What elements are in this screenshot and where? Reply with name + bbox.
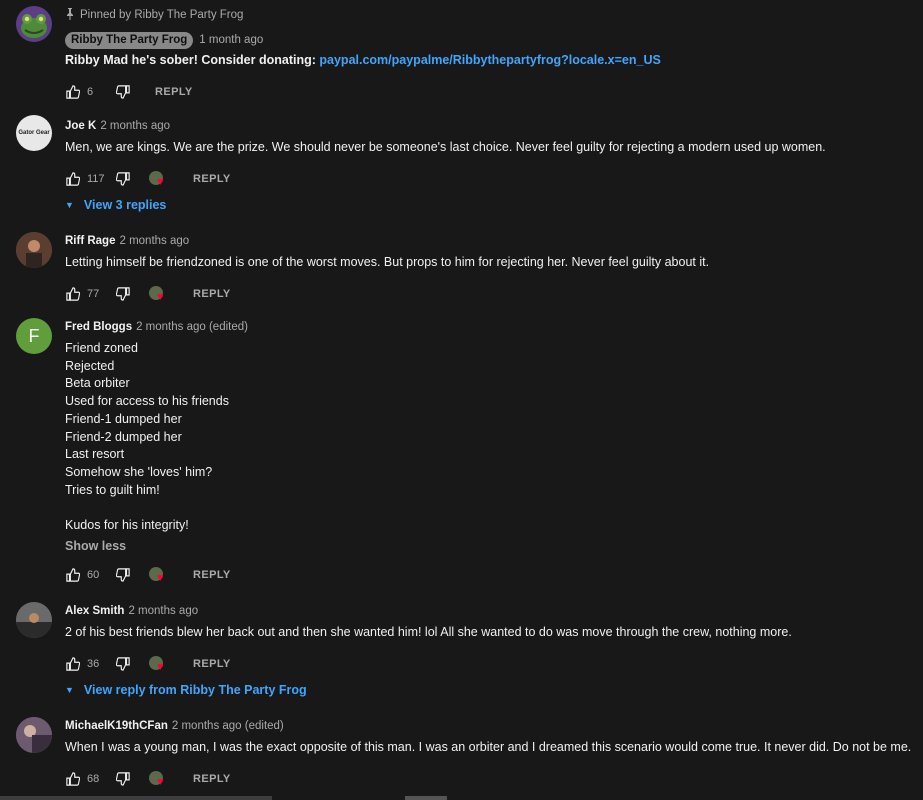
dislike-icon[interactable] — [115, 771, 131, 787]
comment-thread: Pinned by Ribby The Party Frog Ribby The… — [0, 0, 923, 105]
dislike-icon[interactable] — [115, 84, 131, 100]
creator-heart: ♥ — [149, 655, 169, 673]
author-name[interactable]: MichaelK19thCFan — [65, 720, 168, 732]
author-name[interactable]: Ribby The Party Frog — [65, 31, 194, 49]
dislike-icon[interactable] — [115, 286, 131, 302]
comment-text: 2 of his best friends blew her back out … — [65, 625, 792, 639]
like-icon[interactable] — [65, 656, 81, 672]
avatar[interactable]: F — [16, 318, 52, 354]
heart-icon: ♥ — [157, 775, 164, 788]
comment-time[interactable]: 2 months ago — [128, 605, 198, 617]
author-name[interactable]: Riff Rage — [65, 235, 115, 247]
reply-button[interactable]: REPLY — [193, 773, 231, 785]
creator-heart: ♥ — [149, 170, 169, 188]
comment-text: When I was a young man, I was the exact … — [65, 740, 912, 754]
comment-thread: F Fred Bloggs 2 months ago (edited) Frie… — [0, 306, 923, 596]
view-replies-button[interactable]: ▼ View reply from Ribby The Party Frog — [65, 680, 913, 700]
show-less-button[interactable]: Show less — [65, 539, 913, 553]
dislike-icon[interactable] — [115, 171, 131, 187]
frog-avatar-icon — [16, 6, 52, 42]
comment-text: Men, we are kings. We are the prize. We … — [65, 140, 826, 154]
like-icon[interactable] — [65, 84, 81, 100]
like-count: 68 — [87, 772, 100, 785]
like-count: 117 — [87, 172, 105, 185]
avatar-letter: F — [28, 325, 40, 346]
user-photo-icon — [16, 717, 52, 753]
view-replies-label: View reply from Ribby The Party Frog — [83, 682, 307, 697]
like-count: 36 — [87, 657, 100, 670]
avatar-logo-text: Gator Gear — [18, 129, 50, 136]
comment-text: Ribby Mad he's sober! Consider donating:… — [65, 52, 913, 70]
heart-icon: ♥ — [157, 175, 164, 188]
comment-time[interactable]: 2 months ago — [119, 235, 189, 247]
reply-button[interactable]: REPLY — [193, 173, 231, 185]
author-name[interactable]: Alex Smith — [65, 605, 124, 617]
avatar[interactable] — [16, 6, 52, 42]
view-replies-label: View 3 replies — [83, 197, 167, 212]
reply-button[interactable]: REPLY — [193, 658, 231, 670]
avatar[interactable] — [16, 232, 52, 268]
chevron-down-icon: ▼ — [65, 684, 74, 695]
comment-text: Letting himself be friendzoned is one of… — [65, 255, 710, 269]
horizontal-scrollbar-thumb[interactable] — [405, 796, 447, 800]
user-photo-icon — [16, 232, 52, 268]
chevron-down-icon: ▼ — [65, 199, 74, 210]
heart-icon: ♥ — [157, 571, 164, 584]
creator-heart: ♥ — [149, 285, 169, 303]
comment-time[interactable]: 2 months ago — [100, 120, 170, 132]
comment-thread: MichaelK19thCFan 2 months ago (edited) W… — [0, 705, 923, 800]
like-count: 6 — [87, 85, 94, 98]
comment-time[interactable]: 2 months ago (edited) — [136, 321, 248, 333]
horizontal-scrollbar[interactable] — [0, 796, 272, 800]
reply-button[interactable]: REPLY — [193, 569, 231, 581]
comment-time[interactable]: 2 months ago (edited) — [172, 720, 284, 732]
reply-button[interactable]: REPLY — [193, 288, 231, 300]
donation-link[interactable]: paypal.com/paypalme/Ribbythepartyfrog?lo… — [319, 53, 660, 67]
creator-heart: ♥ — [149, 566, 169, 584]
user-photo-icon — [16, 602, 52, 638]
pinned-indicator: Pinned by Ribby The Party Frog — [65, 7, 913, 23]
author-name[interactable]: Fred Bloggs — [65, 321, 132, 333]
pinned-text: Pinned by Ribby The Party Frog — [80, 9, 244, 21]
heart-icon: ♥ — [157, 290, 164, 303]
like-icon[interactable] — [65, 771, 81, 787]
pin-icon — [65, 7, 75, 23]
author-name[interactable]: Joe K — [65, 120, 96, 132]
comment-time[interactable]: 1 month ago — [199, 34, 263, 46]
heart-icon: ♥ — [157, 660, 164, 673]
like-count: 60 — [87, 568, 100, 581]
like-count: 77 — [87, 287, 100, 300]
comment-thread: Alex Smith 2 months ago 2 of his best fr… — [0, 590, 923, 700]
avatar[interactable] — [16, 717, 52, 753]
comment-text: Friend zoned Rejected Beta orbiter Used … — [65, 341, 229, 533]
view-replies-button[interactable]: ▼ View 3 replies — [65, 195, 913, 215]
dislike-icon[interactable] — [115, 656, 131, 672]
comment-thread: Gator Gear Joe K 2 months ago Men, we ar… — [0, 105, 923, 215]
like-icon[interactable] — [65, 171, 81, 187]
creator-heart: ♥ — [149, 770, 169, 788]
reply-button[interactable]: REPLY — [155, 86, 193, 98]
like-icon[interactable] — [65, 286, 81, 302]
comment-thread: Riff Rage 2 months ago Letting himself b… — [0, 220, 923, 310]
like-icon[interactable] — [65, 567, 81, 583]
comment-text-prefix: Ribby Mad he's sober! Consider donating: — [65, 53, 320, 67]
dislike-icon[interactable] — [115, 567, 131, 583]
avatar[interactable]: Gator Gear — [16, 115, 52, 151]
comments-section: Pinned by Ribby The Party Frog Ribby The… — [0, 0, 923, 800]
avatar[interactable] — [16, 602, 52, 638]
